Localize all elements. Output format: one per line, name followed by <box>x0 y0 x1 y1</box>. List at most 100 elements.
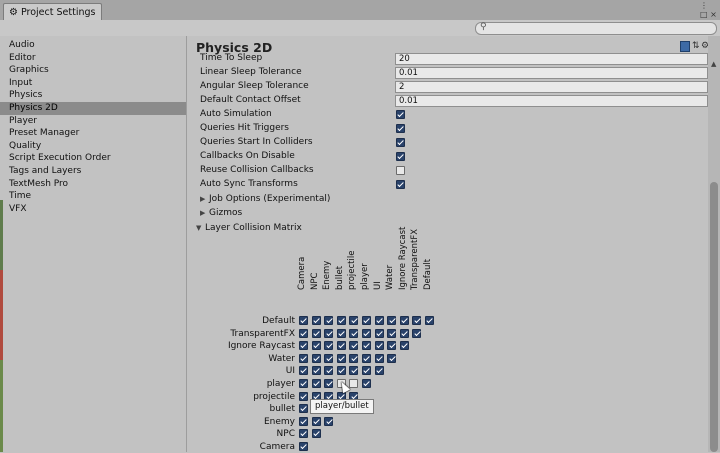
angular-sleep-tolerance-field[interactable]: 2 <box>395 81 708 93</box>
matrix-checkbox-ignore-raycast-water[interactable] <box>387 341 397 351</box>
matrix-checkbox-transparentfx-ui[interactable] <box>374 328 384 338</box>
matrix-checkbox-camera-camera[interactable] <box>299 442 308 451</box>
default-contact-offset-field[interactable]: 0.01 <box>395 95 708 107</box>
linear-sleep-tolerance-field[interactable]: 0.01 <box>395 67 708 79</box>
help-book-icon[interactable] <box>680 41 690 52</box>
matrix-checkbox-enemy-npc[interactable] <box>311 416 321 426</box>
scroll-up-arrow-icon[interactable]: ▲ <box>711 60 716 68</box>
sidebar-item-time[interactable]: Time <box>0 190 186 203</box>
matrix-checkbox-player-camera[interactable] <box>299 379 308 388</box>
sidebar-item-physics-2d[interactable]: Physics 2D <box>0 101 186 115</box>
matrix-checkbox-transparentfx-player[interactable] <box>362 328 371 338</box>
matrix-checkbox-default-ui[interactable] <box>374 316 384 325</box>
scrollbar[interactable]: ▲ <box>708 36 720 452</box>
matrix-checkbox-player-projectile[interactable] <box>349 379 359 388</box>
matrix-checkbox-water-player[interactable] <box>362 353 371 363</box>
callbacks-on-disable-checkbox[interactable] <box>396 152 405 161</box>
matrix-checkbox-ignore-raycast-player[interactable] <box>362 341 371 351</box>
sidebar-item-player[interactable]: Player <box>0 115 186 128</box>
matrix-checkbox-ui-player[interactable] <box>362 366 371 376</box>
matrix-checkbox-projectile-camera[interactable] <box>299 391 308 401</box>
matrix-checkbox-default-default[interactable] <box>425 316 434 325</box>
sidebar-item-vfx[interactable]: VFX <box>0 203 186 216</box>
tab-project-settings[interactable]: ⚙ Project Settings <box>3 3 103 21</box>
sidebar-item-tags-and-layers[interactable]: Tags and Layers <box>0 165 186 178</box>
auto-simulation-checkbox[interactable] <box>396 110 405 119</box>
matrix-row-label-player: player <box>266 379 295 389</box>
matrix-checkbox-transparentfx-transparentfx[interactable] <box>412 328 422 338</box>
matrix-checkbox-transparentfx-npc[interactable] <box>311 328 321 338</box>
sidebar-item-editor[interactable]: Editor <box>0 52 186 65</box>
search-input[interactable]: ⚲ <box>475 22 717 35</box>
matrix-checkbox-ignore-raycast-projectile[interactable] <box>349 341 359 351</box>
matrix-checkbox-default-ignore-raycast[interactable] <box>399 316 409 325</box>
matrix-checkbox-default-player[interactable] <box>362 316 371 325</box>
label-queries-hit-triggers: Queries Hit Triggers <box>200 123 289 133</box>
matrix-checkbox-default-projectile[interactable] <box>349 316 359 325</box>
matrix-checkbox-water-ui[interactable] <box>374 353 384 363</box>
matrix-checkbox-transparentfx-enemy[interactable] <box>324 328 334 338</box>
matrix-checkbox-transparentfx-water[interactable] <box>387 328 397 338</box>
matrix-checkbox-default-enemy[interactable] <box>324 316 334 325</box>
sidebar-item-quality[interactable]: Quality <box>0 140 186 153</box>
matrix-checkbox-ignore-raycast-npc[interactable] <box>311 341 321 351</box>
sidebar-item-textmesh-pro[interactable]: TextMesh Pro <box>0 178 186 191</box>
queries-start-in-colliders-checkbox[interactable] <box>396 138 405 147</box>
matrix-checkbox-transparentfx-projectile[interactable] <box>349 328 359 338</box>
matrix-checkbox-npc-camera[interactable] <box>299 429 308 439</box>
matrix-checkbox-ignore-raycast-enemy[interactable] <box>324 341 334 351</box>
caret-right-icon: ▶ <box>200 209 206 217</box>
matrix-checkbox-enemy-camera[interactable] <box>299 416 308 426</box>
sidebar-item-graphics[interactable]: Graphics <box>0 64 186 77</box>
matrix-checkbox-ui-npc[interactable] <box>311 366 321 376</box>
matrix-checkbox-water-npc[interactable] <box>311 353 321 363</box>
matrix-checkbox-transparentfx-camera[interactable] <box>299 328 308 338</box>
matrix-checkbox-player-enemy[interactable] <box>324 379 334 388</box>
matrix-checkbox-transparentfx-bullet[interactable] <box>336 328 346 338</box>
time-to-sleep-field[interactable]: 20 <box>395 53 708 65</box>
sidebar-item-input[interactable]: Input <box>0 77 186 90</box>
matrix-checkbox-player-npc[interactable] <box>311 379 321 388</box>
matrix-checkbox-default-transparentfx[interactable] <box>412 316 422 325</box>
auto-sync-transforms-checkbox[interactable] <box>396 180 405 189</box>
sidebar-item-audio[interactable]: Audio <box>0 39 186 52</box>
matrix-checkbox-default-bullet[interactable] <box>336 316 346 325</box>
matrix-checkbox-ui-projectile[interactable] <box>349 366 359 376</box>
sidebar-item-script-execution-order[interactable]: Script Execution Order <box>0 152 186 165</box>
foldout-job-options[interactable]: ▶ Job Options (Experimental) <box>200 192 330 206</box>
matrix-checkbox-player-player[interactable] <box>362 379 371 388</box>
matrix-column-label-ignore-raycast: Ignore Raycast <box>397 226 408 290</box>
matrix-checkbox-ui-bullet[interactable] <box>336 366 346 376</box>
foldout-gizmos[interactable]: ▶ Gizmos <box>200 206 242 220</box>
matrix-checkbox-ui-ui[interactable] <box>374 366 384 376</box>
matrix-checkbox-default-water[interactable] <box>387 316 397 325</box>
preset-icon[interactable]: ⇅ <box>692 41 700 51</box>
matrix-checkbox-water-camera[interactable] <box>299 353 308 363</box>
matrix-checkbox-water-water[interactable] <box>387 353 397 363</box>
maximize-close-icon[interactable]: □ × <box>700 10 717 19</box>
scrollbar-thumb[interactable] <box>710 182 718 452</box>
matrix-checkbox-transparentfx-ignore-raycast[interactable] <box>399 328 409 338</box>
matrix-checkbox-ignore-raycast-bullet[interactable] <box>336 341 346 351</box>
sidebar-item-physics[interactable]: Physics <box>0 89 186 102</box>
matrix-checkbox-default-camera[interactable] <box>299 316 308 325</box>
matrix-checkbox-water-projectile[interactable] <box>349 353 359 363</box>
matrix-checkbox-ignore-raycast-ui[interactable] <box>374 341 384 351</box>
matrix-checkbox-water-bullet[interactable] <box>336 353 346 363</box>
matrix-checkbox-ui-enemy[interactable] <box>324 366 334 376</box>
foldout-layer-collision-matrix[interactable]: ▼ Layer Collision Matrix <box>196 221 302 235</box>
reuse-collision-callbacks-checkbox[interactable] <box>396 166 405 175</box>
label-linear-sleep-tolerance: Linear Sleep Tolerance <box>200 67 302 77</box>
matrix-checkbox-default-npc[interactable] <box>311 316 321 325</box>
sidebar-item-preset-manager[interactable]: Preset Manager <box>0 127 186 140</box>
matrix-checkbox-npc-npc[interactable] <box>311 429 321 439</box>
matrix-column-label-water: Water <box>385 264 396 290</box>
matrix-checkbox-bullet-camera[interactable] <box>299 404 308 414</box>
matrix-checkbox-enemy-enemy[interactable] <box>324 416 334 426</box>
more-menu-icon[interactable]: ⋮ <box>700 1 708 10</box>
queries-hit-triggers-checkbox[interactable] <box>396 124 405 133</box>
matrix-checkbox-ui-camera[interactable] <box>299 366 308 376</box>
matrix-checkbox-ignore-raycast-camera[interactable] <box>299 341 308 351</box>
matrix-checkbox-water-enemy[interactable] <box>324 353 334 363</box>
matrix-checkbox-ignore-raycast-ignore-raycast[interactable] <box>399 341 409 351</box>
